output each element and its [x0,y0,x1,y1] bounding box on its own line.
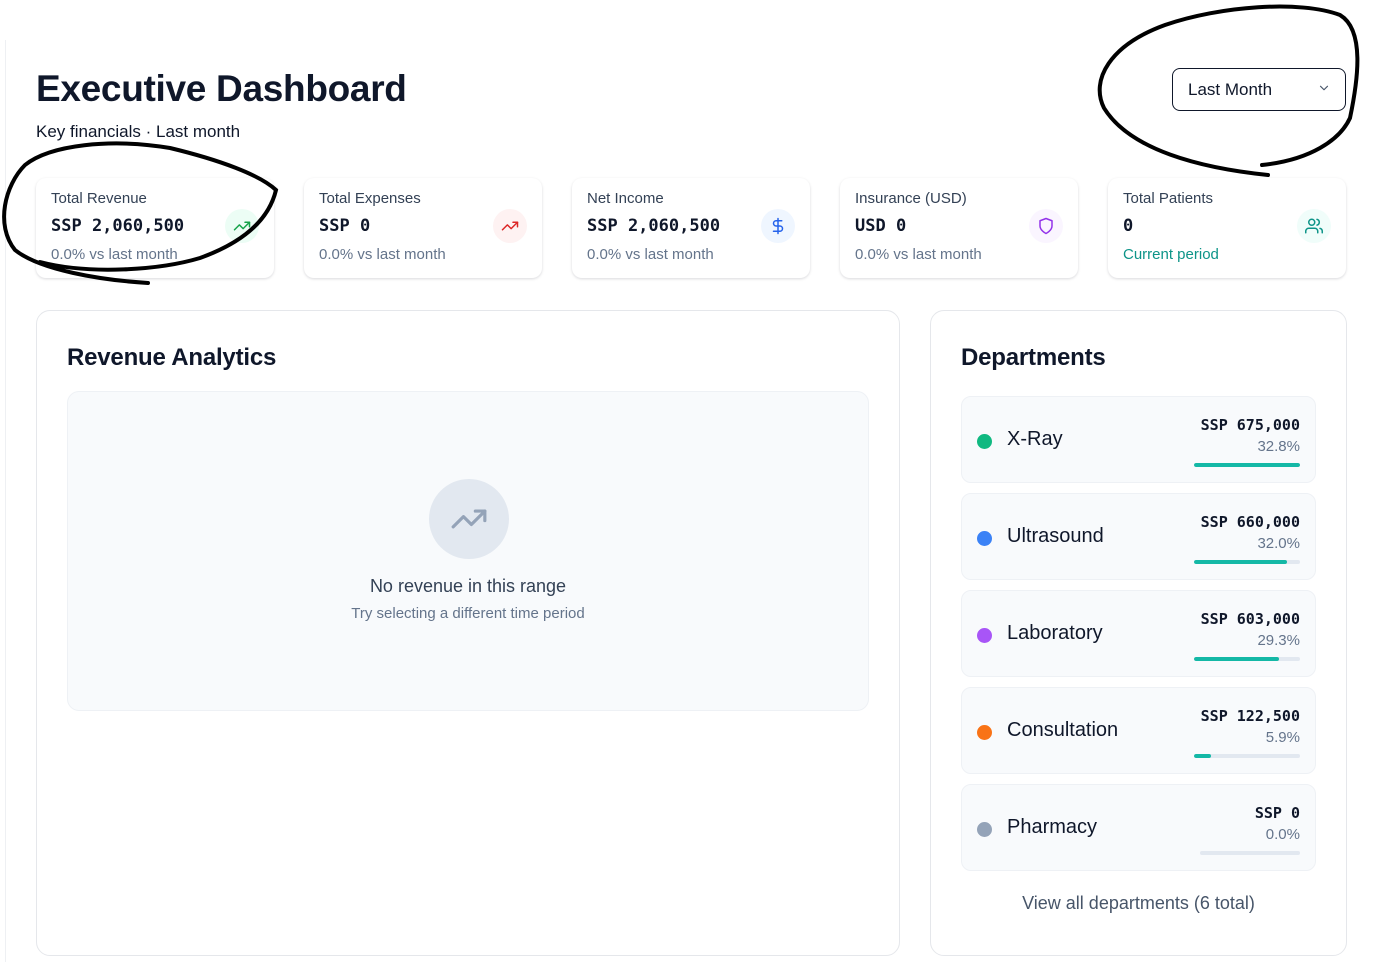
department-share-bar [1200,851,1300,855]
department-amount: SSP 603,000 [1200,610,1300,628]
page-left-border [5,40,6,962]
kpi-card-insurance: Insurance (USD) USD 0 0.0% vs last month [840,178,1078,278]
kpi-change: Current period [1123,246,1219,263]
kpi-card-total-patients: Total Patients 0 Current period [1108,178,1346,278]
department-item-laboratory[interactable]: Laboratory SSP 603,000 29.3% [961,590,1316,677]
department-name: Laboratory [1007,622,1103,644]
department-share-bar [1194,657,1300,661]
department-name: X-Ray [1007,428,1063,450]
view-all-departments-link[interactable]: View all departments (6 total) [931,893,1346,914]
users-icon [1297,209,1331,243]
department-percent: 29.3% [1257,632,1300,649]
department-item-consultation[interactable]: Consultation SSP 122,500 5.9% [961,687,1316,774]
department-item-pharmacy[interactable]: Pharmacy SSP 0 0.0% [961,784,1316,871]
shield-icon [1029,209,1063,243]
department-percent: 0.0% [1265,826,1300,843]
kpi-label: Total Revenue [51,190,147,207]
department-item-x-ray[interactable]: X-Ray SSP 675,000 32.8% [961,396,1316,483]
page-subtitle: Key financials · Last month [36,122,241,141]
kpi-card-net-income: Net Income SSP 2,060,500 0.0% vs last mo… [572,178,810,278]
kpi-change: 0.0% vs last month [319,246,446,263]
chevron-down-icon [1317,80,1331,100]
trending-up-icon [429,479,509,559]
kpi-card-total-revenue: Total Revenue SSP 2,060,500 0.0% vs last… [36,178,274,278]
department-percent: 32.0% [1257,535,1300,552]
department-share-bar [1194,463,1300,467]
empty-state-title: No revenue in this range [369,576,567,596]
empty-state-subtitle: Try selecting a different time period [351,605,585,622]
revenue-analytics-card: Revenue Analytics No revenue in this ran… [36,310,900,956]
department-percent: 5.9% [1265,729,1300,746]
department-name: Pharmacy [1007,816,1098,838]
department-amount: SSP 660,000 [1200,513,1300,531]
kpi-label: Total Expenses [319,190,421,207]
department-share-fill [1194,754,1212,758]
department-name: Ultrasound [1007,525,1104,547]
department-amount: SSP 122,500 [1200,707,1300,725]
department-color-dot [977,822,992,837]
period-select-value: Last Month [1188,79,1273,99]
department-share-bar [1194,754,1300,758]
department-amount: SSP 0 [1254,804,1300,822]
department-name: Consultation [1007,719,1119,741]
departments-card: Departments X-Ray SSP 675,000 32.8% Ultr… [930,310,1347,956]
department-share-fill [1194,463,1300,467]
department-color-dot [977,725,992,740]
department-share-fill [1194,657,1280,661]
trending-up-icon [225,209,259,243]
dollar-icon [761,209,795,243]
page-title: Executive Dashboard [36,68,407,109]
department-percent: 32.8% [1257,438,1300,455]
period-select[interactable]: Last Month [1172,68,1346,111]
revenue-empty-state: No revenue in this range Try selecting a… [67,391,869,711]
department-color-dot [977,628,992,643]
kpi-change: 0.0% vs last month [855,246,982,263]
kpi-change: 0.0% vs last month [51,246,178,263]
kpi-label: Net Income [587,190,664,207]
kpi-change: 0.0% vs last month [587,246,714,263]
kpi-label: Total Patients [1123,190,1214,207]
department-share-fill [1194,560,1288,564]
kpi-card-total-expenses: Total Expenses SSP 0 0.0% vs last month [304,178,542,278]
departments-title: Departments [961,344,1106,371]
department-color-dot [977,434,992,449]
revenue-analytics-title: Revenue Analytics [67,344,277,371]
department-amount: SSP 675,000 [1200,416,1300,434]
kpi-label: Insurance (USD) [855,190,967,207]
department-item-ultrasound[interactable]: Ultrasound SSP 660,000 32.0% [961,493,1316,580]
department-color-dot [977,531,992,546]
trending-up-icon [493,209,527,243]
department-share-bar [1194,560,1300,564]
